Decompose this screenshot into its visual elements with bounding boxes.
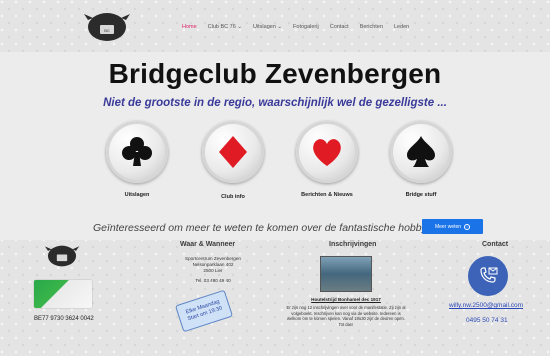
news-headline[interactable]: Houtelstrijd Bonhamel dec 1917 [290,297,402,302]
venue-phone: Tel. 03 480 49 40 [195,278,231,283]
diamond-icon [219,136,247,168]
suit-button-berichten[interactable] [296,121,358,183]
suit-label-uitslagen: Uitslagen [124,192,150,198]
suit-button-club-info[interactable] [202,121,264,183]
cta-text: Geïnteresseerd om meer te weten te komen… [93,222,445,234]
phone-mail-icon [480,267,498,283]
footer-club-logo [45,245,79,267]
contact-email-link[interactable]: willy.nw.2500@gmail.com [449,302,523,309]
nav-contact[interactable]: Contact [330,24,349,30]
main-nav: Home Club BC 76 ⌄ Uitslagen ⌄ Fotogaleri… [182,24,420,30]
nav-home[interactable]: Home [182,24,197,30]
meer-weten-button[interactable]: Meer weten › [422,219,483,234]
contact-title: Contact [482,241,509,248]
nav-fotogalerij[interactable]: Fotogalerij [293,24,319,30]
chevron-down-icon: ⌄ [237,24,242,30]
nav-leden[interactable]: Leden [394,24,409,30]
suit-label-bridge-stuff: Bridge stuff [405,192,437,198]
news-text: Er zijn nog 12 inschrijvingen over voor … [286,305,406,327]
news-title: Inschrijvingen [329,241,377,248]
page-title: Bridgeclub Zevenbergen [108,58,442,89]
venue-title: Waar & Wanneer [180,241,236,248]
nav-club[interactable]: Club BC 76 ⌄ [208,24,242,30]
bank-card-image [34,280,92,308]
tagline: Niet de grootste in de regio, waarschijn… [103,97,447,109]
hero-section: Bridgeclub Zevenbergen Niet de grootste … [0,52,550,240]
suit-label-club-info: Club info [221,194,245,200]
contact-button[interactable] [468,256,508,296]
spade-icon [407,136,435,167]
club-logo[interactable]: BC [84,10,130,44]
news-photo[interactable] [320,256,372,292]
heart-icon [313,139,341,166]
arrow-right-icon: › [464,223,471,230]
suit-label-berichten: Berichten & Nieuws [301,192,353,198]
iban-number: BE77 9730 3624 0042 [34,316,94,322]
contact-phone[interactable]: 0495 50 74 31 [466,317,508,324]
suit-button-bridge-stuff[interactable] [390,121,452,183]
nav-uitslagen[interactable]: Uitslagen ⌄ [253,24,282,30]
club-icon [122,137,152,166]
suit-button-uitslagen[interactable] [106,121,168,183]
nav-berichten[interactable]: Berichten [360,24,383,30]
chevron-down-icon: ⌄ [277,24,283,30]
site-header: BC Home Club BC 76 ⌄ Uitslagen ⌄ Fotogal… [0,0,550,52]
venue-address: Sportcentrum Zevenbergen Nelsonparklaan … [185,256,241,273]
svg-text:BC: BC [104,28,110,33]
